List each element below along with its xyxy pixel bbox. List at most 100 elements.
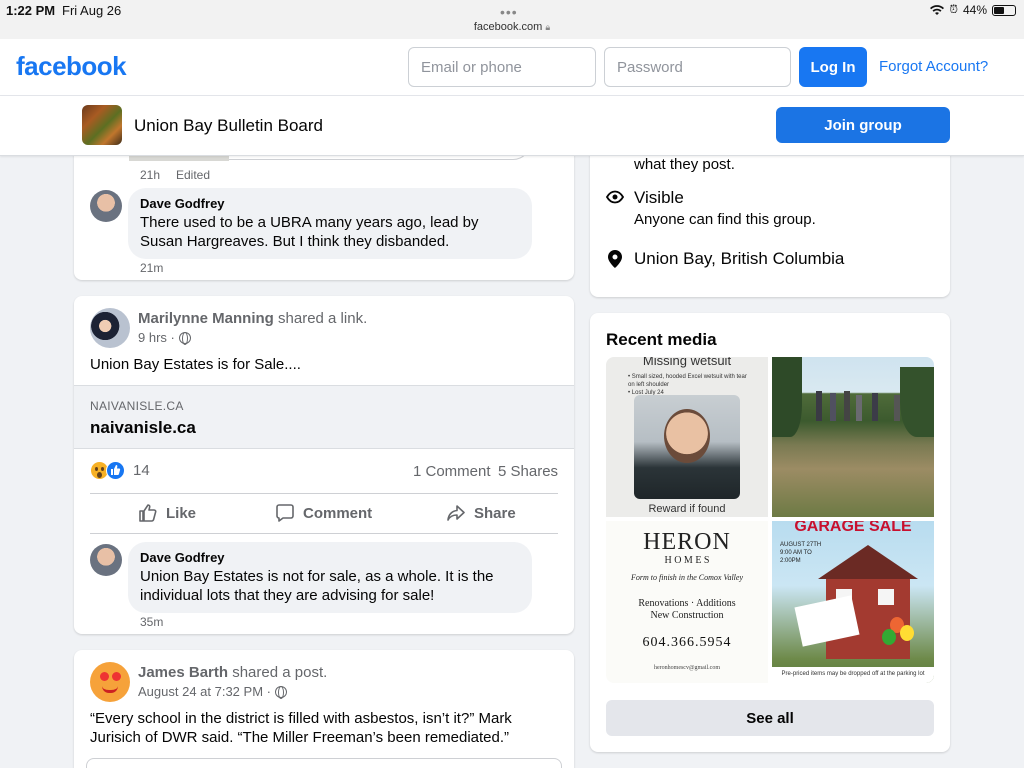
globe-icon xyxy=(178,331,191,345)
divider xyxy=(90,533,558,534)
reactions-summary[interactable]: 14 xyxy=(90,461,150,480)
location-pin-icon xyxy=(608,250,622,268)
post-time[interactable]: 9 hrs · xyxy=(138,330,175,345)
shared-post-preview[interactable] xyxy=(86,758,562,768)
heron-tagline: Form to finish in the Comox Valley xyxy=(631,573,743,582)
house-roof xyxy=(818,545,918,579)
avatar[interactable] xyxy=(90,190,122,222)
garage-sale-date: AUGUST 27TH 9:00 AM TO 2:00PM xyxy=(780,541,821,565)
comment-bubble: Dave Godfrey There used to be a UBRA man… xyxy=(128,188,532,259)
poster-bullet: • Small sized, hooded Excel wetsuit with… xyxy=(628,374,747,388)
post-author[interactable]: James Barth xyxy=(138,664,228,681)
comment-bubble: Dave Godfrey Union Bay Estates is not fo… xyxy=(128,542,532,613)
share-arrow-icon xyxy=(447,505,465,521)
post-author[interactable]: Marilynne Manning xyxy=(138,310,274,327)
share-button[interactable]: Share xyxy=(446,503,516,523)
garage-sale-date-line: 2:00PM xyxy=(780,558,801,564)
globe-icon xyxy=(274,685,287,699)
about-card: what they post. Visible Anyone can find … xyxy=(590,140,950,297)
status-indicators: ⏰︎ 44% xyxy=(930,3,1016,17)
reaction-count: 14 xyxy=(133,462,150,479)
visible-description: Anyone can find this group. xyxy=(634,211,816,228)
heron-phone: 604.366.5954 xyxy=(642,635,732,650)
like-label: Like xyxy=(166,504,197,522)
garage-sale-heading: GARAGE SALE xyxy=(794,521,912,535)
media-thumbnail[interactable]: HERON H O M E S Form to finish in the Co… xyxy=(606,521,768,683)
edited-label: Edited xyxy=(176,168,211,182)
status-time: 1:22 PM xyxy=(6,3,56,18)
poster-photo xyxy=(634,395,740,499)
share-label: Share xyxy=(474,504,516,522)
comment-author[interactable]: Dave Godfrey xyxy=(140,550,520,565)
shares-count[interactable]: 5 Shares xyxy=(498,463,558,480)
group-header-bar: Union Bay Bulletin Board Join group xyxy=(0,96,1024,156)
wifi-icon xyxy=(930,4,945,15)
post-meta: August 24 at 7:32 PM · xyxy=(138,684,287,699)
comments-count[interactable]: 1 Comment xyxy=(413,463,491,480)
recent-media-card: Recent media Missing wetsuit • Small siz… xyxy=(590,313,950,752)
garage-sale-date-line: AUGUST 27TH xyxy=(780,542,822,548)
battery-percent: 44% xyxy=(962,3,987,17)
ios-status-bar: 1:22 PM Fri Aug 26 ••• facebook.com 🔒︎ ⏰… xyxy=(0,0,1024,39)
comment-time[interactable]: 21m xyxy=(140,261,163,275)
comment-text: Union Bay Estates is not for sale, as a … xyxy=(140,568,494,604)
garage-sale-date-line: 9:00 AM TO xyxy=(780,550,812,556)
poster-bullets: • Small sized, hooded Excel wetsuit with… xyxy=(628,373,748,397)
lock-icon: 🔒︎ xyxy=(545,22,551,32)
comment-button[interactable]: Comment xyxy=(275,503,372,523)
poster-heading: Missing wetsuit xyxy=(642,357,732,368)
thumbs-up-icon xyxy=(139,504,157,522)
status-date: Fri Aug 26 xyxy=(62,3,122,18)
group-cover-thumbnail[interactable] xyxy=(82,105,122,145)
email-field[interactable] xyxy=(408,47,596,87)
facebook-logo[interactable]: facebook xyxy=(16,51,127,82)
post-meta: 9 hrs · xyxy=(138,330,191,345)
avatar[interactable] xyxy=(90,544,122,576)
forgot-account-link[interactable]: Forgot Account? xyxy=(879,58,988,75)
battery-icon xyxy=(992,4,1016,16)
like-reaction-icon xyxy=(106,461,125,480)
comment-label: Comment xyxy=(303,504,373,522)
avatar[interactable] xyxy=(90,662,130,702)
facebook-header: facebook Log In Forgot Account? xyxy=(0,39,1024,96)
address-bar[interactable]: facebook.com 🔒︎ xyxy=(0,21,1024,33)
tab-dots-icon[interactable]: ••• xyxy=(500,4,518,20)
post-text: “Every school in the district is filled … xyxy=(90,710,512,746)
heron-services: New Construction xyxy=(650,610,724,621)
speech-bubble-icon xyxy=(276,504,294,522)
see-all-button[interactable]: See all xyxy=(606,700,934,736)
poster-footer: Reward if found xyxy=(648,503,726,515)
post-text: Union Bay Estates is for Sale.... xyxy=(90,356,301,373)
log-in-button[interactable]: Log In xyxy=(799,47,867,87)
avatar[interactable] xyxy=(90,308,130,348)
post-card: James Barth shared a post. August 24 at … xyxy=(74,650,574,768)
group-name[interactable]: Union Bay Bulletin Board xyxy=(134,116,323,136)
url-text: facebook.com xyxy=(473,21,543,33)
media-thumbnail[interactable]: GARAGE SALE AUGUST 27TH 9:00 AM TO 2:00P… xyxy=(772,521,934,683)
link-domain: NAIVANISLE.CA xyxy=(90,399,184,413)
garage-sale-footer: Pre-priced items may be dropped off at t… xyxy=(772,667,934,683)
link-title: naivanisle.ca xyxy=(90,418,196,437)
visible-title: Visible xyxy=(634,188,684,207)
recent-media-title: Recent media xyxy=(606,330,717,349)
eye-icon xyxy=(606,190,624,204)
join-group-button[interactable]: Join group xyxy=(776,107,950,143)
reply-time[interactable]: 21h xyxy=(140,168,160,182)
post-time[interactable]: August 24 at 7:32 PM · xyxy=(138,684,271,699)
link-preview[interactable]: NAIVANISLE.CA naivanisle.ca xyxy=(74,385,574,449)
comment-time[interactable]: 35m xyxy=(140,615,163,629)
privacy-description: what they post. xyxy=(634,156,735,173)
post-card: Marilynne Manning shared a link. 9 hrs ·… xyxy=(74,296,574,634)
comment-text: There used to be a UBRA many years ago, … xyxy=(140,214,479,250)
heron-email: heronhomescv@gmail.com xyxy=(653,665,720,671)
media-thumbnail[interactable]: Missing wetsuit • Small sized, hooded Ex… xyxy=(606,357,768,517)
like-button[interactable]: Like xyxy=(138,503,196,523)
password-field[interactable] xyxy=(604,47,791,87)
comment-author[interactable]: Dave Godfrey xyxy=(140,196,520,211)
group-location: Union Bay, British Columbia xyxy=(634,249,845,268)
heron-brand: HERON xyxy=(643,529,731,555)
post-header: James Barth shared a post. xyxy=(138,664,327,681)
post-action: shared a post. xyxy=(232,664,328,681)
heron-services: Renovations · Additions xyxy=(638,598,736,609)
media-thumbnail[interactable] xyxy=(772,357,934,517)
